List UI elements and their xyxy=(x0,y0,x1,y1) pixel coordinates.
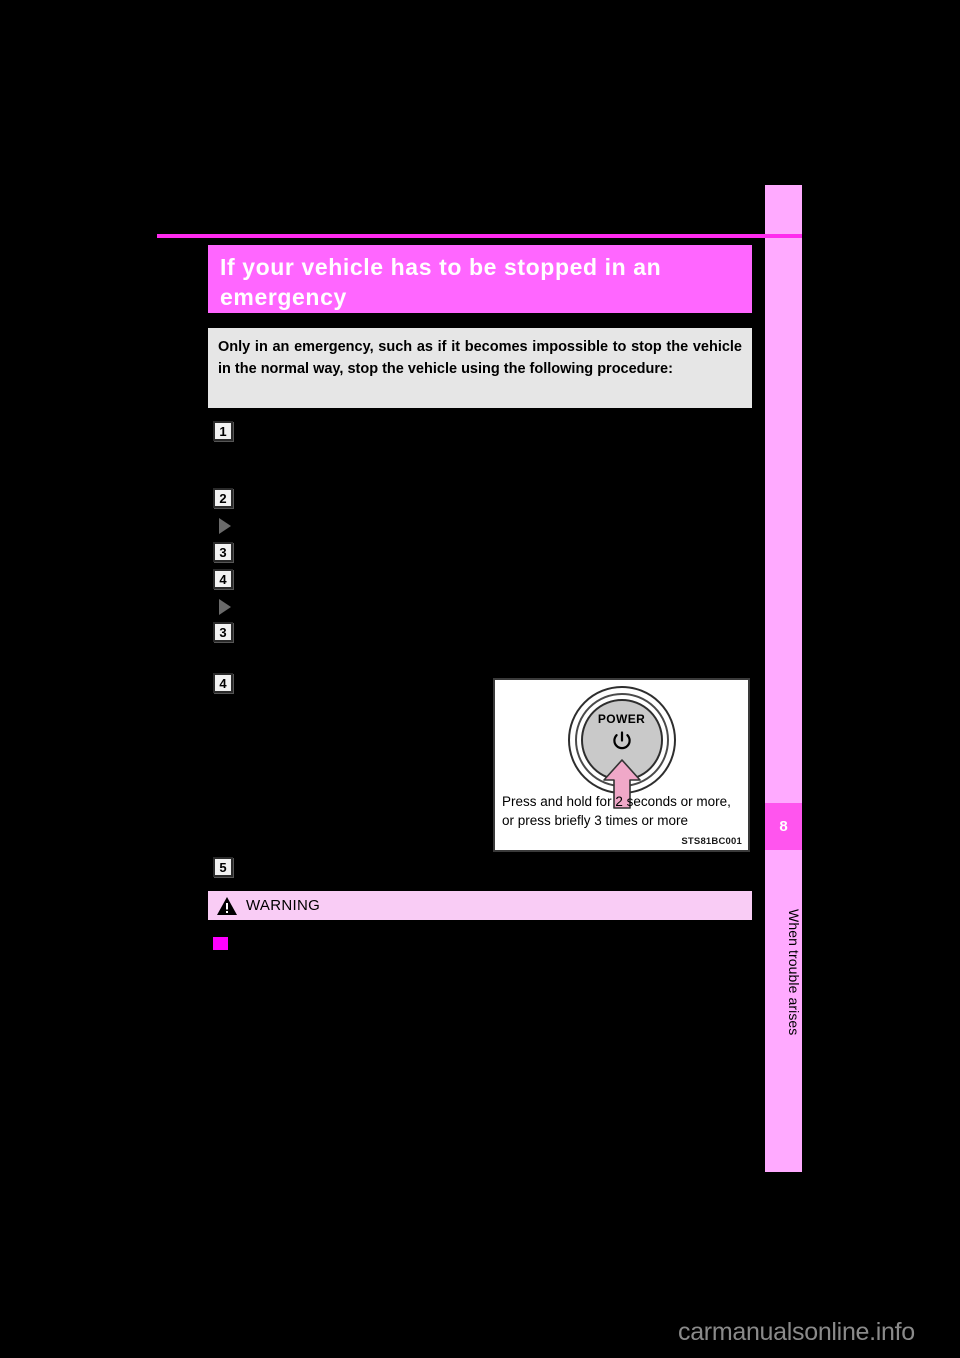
step-marker-6: 4 xyxy=(213,673,233,693)
subsection-bullet-icon xyxy=(213,937,228,950)
intro-paragraph: Only in an emergency, such as if it beco… xyxy=(208,328,752,408)
power-button-label: POWER xyxy=(597,712,646,726)
header-rule xyxy=(157,234,802,238)
warning-header-bar: WARNING xyxy=(208,891,752,920)
power-button-figure: POWER Press and hold for 2 seconds or mo… xyxy=(493,678,750,852)
figure-caption-line-2: or press briefly 3 times or more xyxy=(502,813,689,828)
step-marker-3: 3 xyxy=(213,542,233,562)
power-button-illustration: POWER xyxy=(567,686,676,809)
manual-page: 8 When trouble arises If your vehicle ha… xyxy=(0,0,960,1358)
triangle-bullet-icon-1 xyxy=(219,518,231,534)
warning-label: WARNING xyxy=(246,897,321,914)
step-marker-5: 3 xyxy=(213,622,233,642)
step-marker-2: 2 xyxy=(213,488,233,508)
chapter-title-vertical: When trouble arises xyxy=(786,908,802,1036)
triangle-bullet-icon-2 xyxy=(219,599,231,615)
figure-caption: Press and hold for 2 seconds or more, or… xyxy=(502,792,745,830)
power-symbol-icon xyxy=(568,728,676,759)
warning-triangle-icon xyxy=(216,896,238,916)
site-watermark: carmanualsonline.info xyxy=(678,1318,915,1346)
step-marker-1: 1 xyxy=(213,421,233,441)
step-marker-7: 5 xyxy=(213,857,233,877)
figure-caption-line-1: Press and hold for 2 seconds or more, xyxy=(502,794,731,809)
chapter-sidebar: 8 When trouble arises xyxy=(765,185,802,1172)
chapter-number-badge: 8 xyxy=(765,803,802,850)
step-marker-4: 4 xyxy=(213,569,233,589)
figure-reference-code: STS81BC001 xyxy=(681,836,742,847)
section-title: If your vehicle has to be stopped in an … xyxy=(208,245,752,313)
